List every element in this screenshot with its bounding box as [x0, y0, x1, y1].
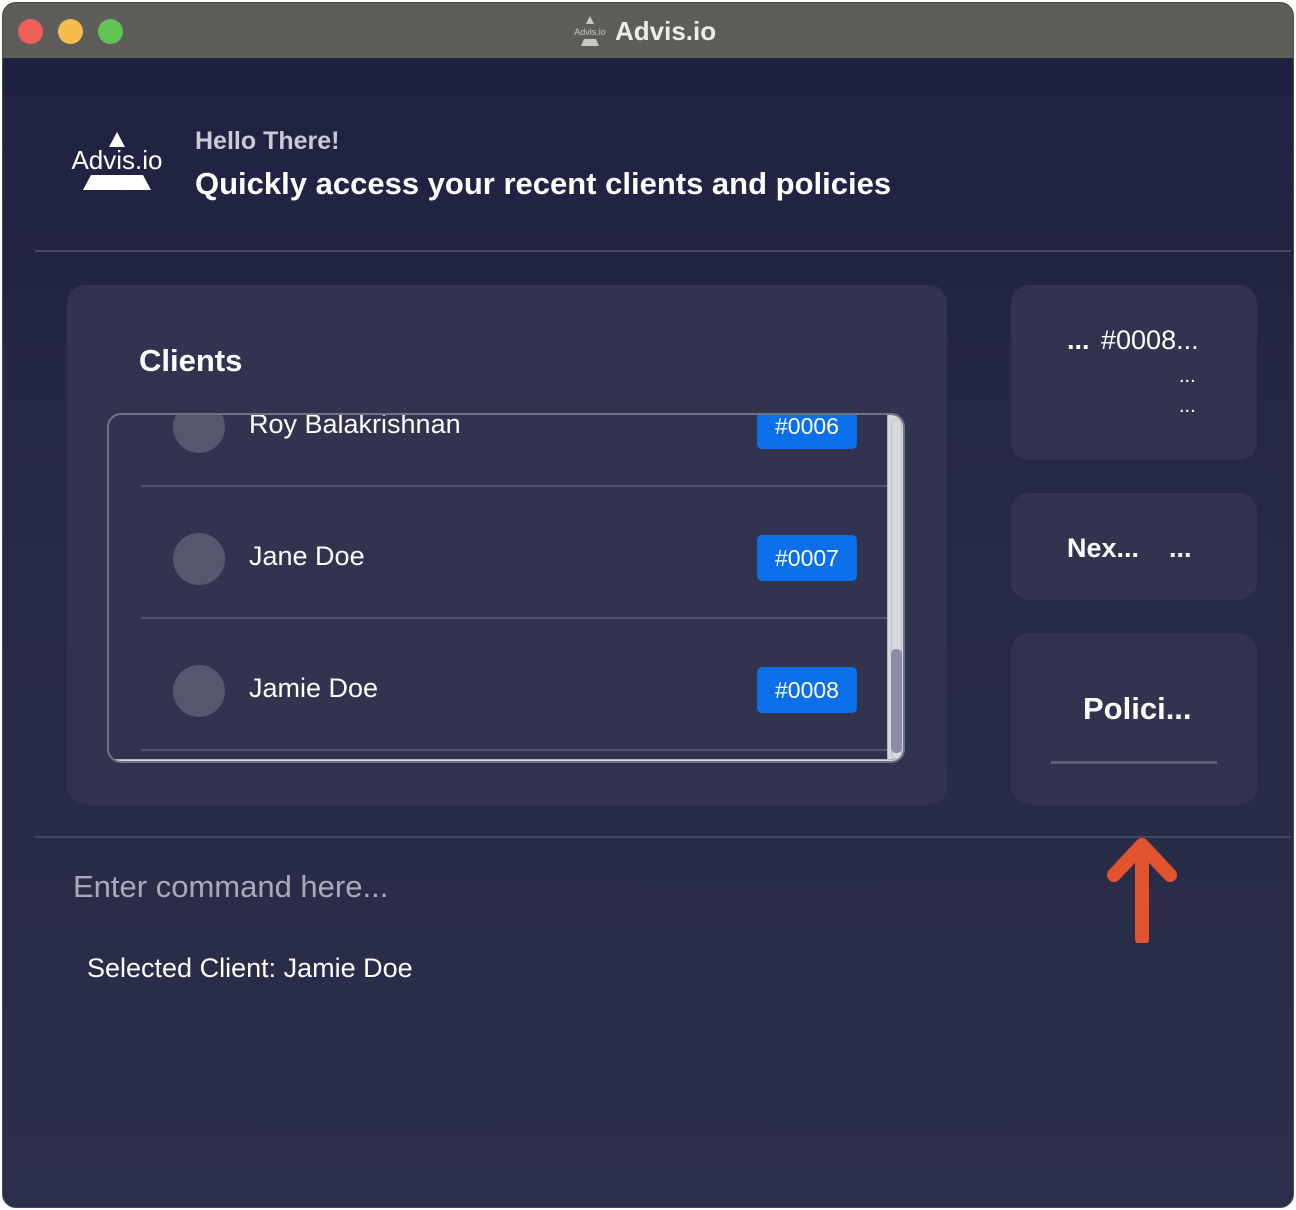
client-row[interactable]: Jamie Doe #0008 [109, 619, 889, 751]
avatar-icon [173, 533, 225, 585]
header-divider [35, 250, 1291, 252]
logo-text: Advis.io [71, 145, 162, 175]
clients-panel: Clients Roy Balakrishnan #0006 Jane Doe … [67, 285, 947, 805]
vertical-scrollbar[interactable] [887, 415, 903, 761]
selected-client-card: ... #0008... ... ... [1011, 285, 1257, 460]
row-divider [141, 749, 889, 751]
client-id-badge: #0007 [757, 535, 857, 581]
next-card-value: ... [1169, 533, 1192, 563]
status-text: Selected Client: Jamie Doe [87, 953, 413, 983]
window-title: Advis.io Advis.io [573, 13, 716, 49]
client-row[interactable]: Roy Balakrishnan #0006 [109, 413, 889, 487]
client-card-id: #0008... [1101, 325, 1199, 355]
avatar-icon [173, 665, 225, 717]
next-card-label: Nex... [1067, 533, 1140, 563]
window-title-text: Advis.io [615, 15, 717, 46]
title-bar: Advis.io Advis.io [3, 3, 1293, 59]
client-id-badge: #0008 [757, 667, 857, 713]
policies-card-label: Polici... [1083, 691, 1192, 726]
client-name: Jamie Doe [249, 673, 379, 703]
greeting: Hello There! [195, 127, 340, 155]
client-card-line3: ... [1179, 395, 1196, 417]
policies-card: Polici... [1011, 633, 1257, 805]
tagline: Quickly access your recent clients and p… [195, 166, 892, 201]
horizontal-scrollbar[interactable] [109, 759, 903, 761]
advis-logo: Advis.io [71, 132, 163, 190]
up-arrow-icon [1107, 838, 1177, 943]
title-logo-text: Advis.io [574, 27, 606, 37]
client-name: Jane Doe [249, 541, 365, 571]
client-id-badge: #0006 [757, 415, 857, 449]
policies-divider [1051, 761, 1217, 764]
command-divider [35, 836, 1291, 838]
clients-title: Clients [139, 343, 243, 378]
maximize-icon[interactable] [98, 19, 123, 44]
client-list[interactable]: Roy Balakrishnan #0006 Jane Doe #0007 Ja… [107, 413, 905, 763]
client-name: Roy Balakrishnan [249, 413, 461, 439]
command-input[interactable]: Enter command here... [73, 869, 388, 905]
client-card-prefix: ... [1067, 325, 1090, 355]
next-card: Nex... ... [1011, 493, 1257, 600]
avatar-icon [173, 415, 225, 453]
close-icon[interactable] [18, 19, 43, 44]
app-window: Advis.io Advis.io Advis.io Hello There! … [2, 2, 1294, 1208]
scrollbar-thumb[interactable] [891, 649, 902, 753]
client-card-line2: ... [1179, 365, 1196, 387]
client-row[interactable]: Jane Doe #0007 [109, 487, 889, 619]
advis-logo-icon: Advis.io [574, 16, 606, 46]
minimize-icon[interactable] [58, 19, 83, 44]
